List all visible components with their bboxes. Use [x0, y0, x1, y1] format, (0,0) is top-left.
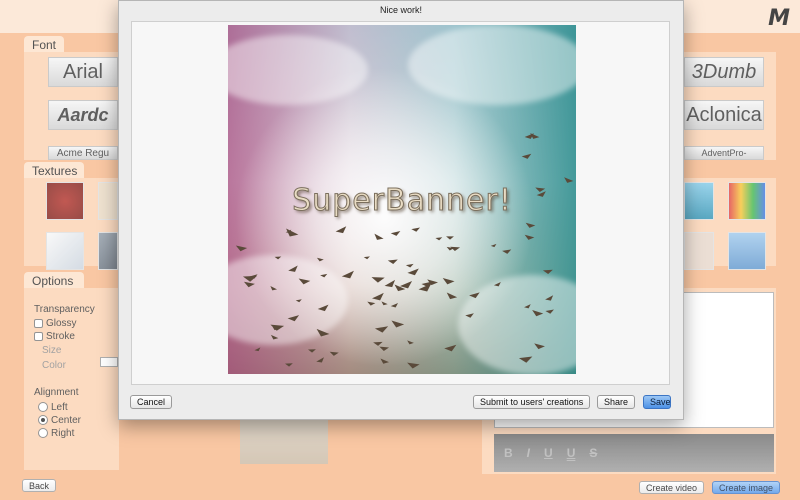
- dialog-title: Nice work!: [379, 5, 422, 15]
- bird-silhouette: [387, 259, 399, 265]
- bird-silhouette: [371, 276, 385, 283]
- save-button[interactable]: Save: [643, 395, 671, 409]
- share-button[interactable]: Share: [597, 395, 636, 409]
- bird-silhouette: [390, 302, 400, 309]
- bird-silhouette: [372, 292, 387, 304]
- bird-silhouette: [521, 153, 533, 161]
- bird-silhouette: [363, 256, 370, 260]
- submit-creations-button[interactable]: Submit to users' creations: [473, 395, 591, 409]
- bird-silhouette: [441, 277, 455, 286]
- bird-silhouette: [254, 347, 262, 353]
- bird-silhouette: [234, 245, 248, 253]
- bird-silhouette: [406, 263, 415, 269]
- bird-silhouette: [307, 349, 316, 353]
- bird-silhouette: [406, 362, 420, 369]
- save-dialog: Nice work! SuperBanner! Cancel Submit to…: [118, 0, 684, 420]
- bird-silhouette: [341, 270, 357, 282]
- cloud-shape: [228, 255, 348, 345]
- bird-silhouette: [329, 351, 339, 357]
- bird-silhouette: [406, 268, 421, 278]
- bird-silhouette: [411, 227, 421, 233]
- cancel-button[interactable]: Cancel: [130, 395, 173, 409]
- cloud-shape: [408, 25, 576, 105]
- bird-silhouette: [524, 234, 535, 241]
- bird-silhouette: [444, 344, 458, 353]
- bird-silhouette: [378, 346, 389, 352]
- banner-title: SuperBanner!: [292, 183, 512, 219]
- bird-silhouette: [490, 243, 498, 249]
- bird-silhouette: [528, 133, 540, 142]
- bird-silhouette: [372, 233, 384, 242]
- bird-silhouette: [366, 301, 376, 307]
- bird-silhouette: [335, 226, 349, 236]
- bird-silhouette: [446, 236, 454, 240]
- bird-silhouette: [435, 237, 443, 241]
- bird-silhouette: [390, 320, 405, 330]
- bird-silhouette: [445, 292, 458, 302]
- bird-silhouette: [316, 257, 324, 263]
- dialog-canvas: SuperBanner!: [131, 21, 670, 385]
- bird-silhouette: [406, 340, 415, 346]
- bird-silhouette: [502, 249, 512, 255]
- bird-silhouette: [379, 358, 390, 366]
- bird-silhouette: [524, 222, 536, 230]
- bird-silhouette: [390, 231, 402, 238]
- bird-silhouette: [379, 301, 388, 308]
- bird-silhouette: [374, 326, 390, 335]
- bird-silhouette: [243, 275, 258, 282]
- bird-silhouette: [543, 270, 554, 275]
- cloud-shape: [458, 275, 576, 374]
- bird-silhouette: [285, 363, 294, 367]
- banner-image: SuperBanner!: [228, 25, 576, 374]
- bird-silhouette: [316, 357, 326, 365]
- cloud-shape: [228, 35, 368, 105]
